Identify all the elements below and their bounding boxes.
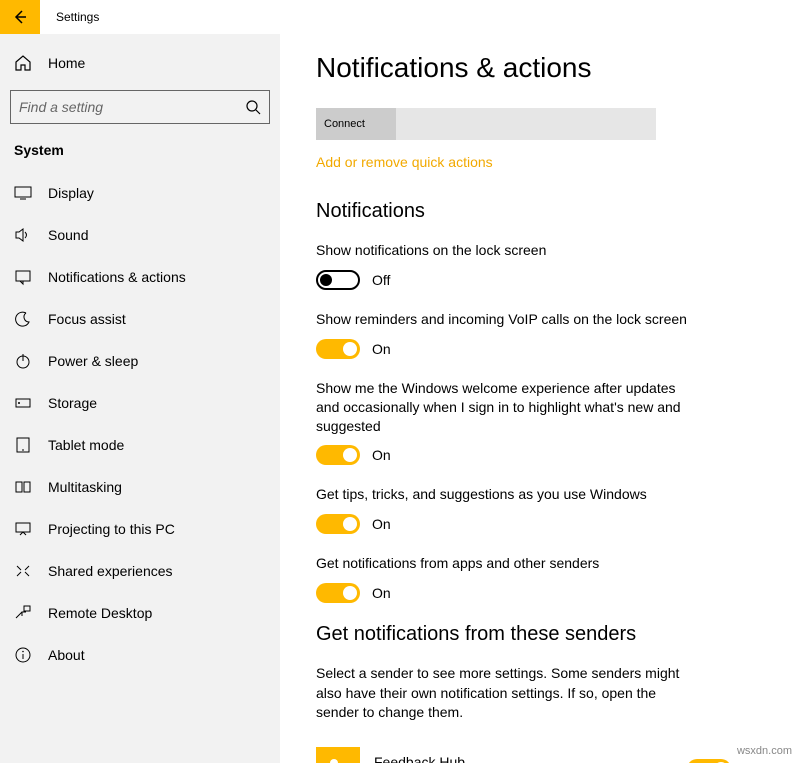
power-icon bbox=[14, 352, 32, 370]
back-button[interactable] bbox=[0, 0, 40, 34]
sound-icon bbox=[14, 226, 32, 244]
sidebar-item-label: Display bbox=[48, 185, 94, 201]
setting-label: Get notifications from apps and other se… bbox=[316, 554, 696, 573]
search-wrap bbox=[0, 84, 280, 134]
multitasking-icon bbox=[14, 478, 32, 496]
search-input[interactable] bbox=[19, 99, 245, 115]
toggle-switch[interactable] bbox=[316, 445, 360, 465]
sidebar-item-label: Remote Desktop bbox=[48, 605, 152, 621]
setting-label: Show notifications on the lock screen bbox=[316, 241, 696, 260]
sidebar-item-label: Notifications & actions bbox=[48, 269, 186, 285]
remote-icon bbox=[14, 604, 32, 622]
sidebar-item-label: Projecting to this PC bbox=[48, 521, 175, 537]
quick-tile-connect[interactable]: Connect bbox=[316, 108, 396, 140]
quick-actions-row: Connect bbox=[316, 108, 656, 140]
sidebar-item-label: Power & sleep bbox=[48, 353, 138, 369]
toggle-switch[interactable] bbox=[687, 759, 731, 763]
sidebar-item-label: Sound bbox=[48, 227, 88, 243]
arrow-left-icon bbox=[12, 9, 28, 25]
monitor-icon bbox=[14, 184, 32, 202]
sidebar-item-label: Multitasking bbox=[48, 479, 122, 495]
toggle-switch[interactable] bbox=[316, 514, 360, 534]
toggle-state: Off bbox=[372, 272, 390, 288]
feedback-hub-icon bbox=[316, 747, 360, 763]
setting-lock-screen-notifications: Show notifications on the lock screen Of… bbox=[316, 241, 764, 290]
quick-actions-link[interactable]: Add or remove quick actions bbox=[316, 154, 493, 170]
sidebar-item-label: About bbox=[48, 647, 85, 663]
sidebar-item-label: Storage bbox=[48, 395, 97, 411]
sender-row-feedback-hub[interactable]: Feedback Hub On: Banners, Sounds On bbox=[316, 743, 764, 763]
sidebar-item-label: Shared experiences bbox=[48, 563, 173, 579]
toggle-state: On bbox=[372, 341, 391, 357]
toggle-switch[interactable] bbox=[316, 339, 360, 359]
shared-icon bbox=[14, 562, 32, 580]
titlebar: Settings bbox=[0, 0, 800, 34]
moon-icon bbox=[14, 310, 32, 328]
info-icon bbox=[14, 646, 32, 664]
sidebar-item-sound[interactable]: Sound bbox=[0, 214, 280, 256]
projecting-icon bbox=[14, 520, 32, 538]
notifications-heading: Notifications bbox=[316, 200, 764, 223]
search-icon bbox=[245, 99, 261, 115]
setting-app-notifications: Get notifications from apps and other se… bbox=[316, 554, 764, 603]
toggle-state: On bbox=[372, 585, 391, 601]
senders-desc: Select a sender to see more settings. So… bbox=[316, 664, 696, 723]
setting-voip-reminders: Show reminders and incoming VoIP calls o… bbox=[316, 310, 764, 359]
senders-heading: Get notifications from these senders bbox=[316, 623, 764, 646]
sidebar-item-label: Tablet mode bbox=[48, 437, 124, 453]
toggle-state: On bbox=[372, 447, 391, 463]
sidebar-item-power[interactable]: Power & sleep bbox=[0, 340, 280, 382]
setting-label: Get tips, tricks, and suggestions as you… bbox=[316, 485, 696, 504]
section-label: System bbox=[0, 134, 280, 172]
sidebar-item-storage[interactable]: Storage bbox=[0, 382, 280, 424]
sidebar-item-shared[interactable]: Shared experiences bbox=[0, 550, 280, 592]
sidebar-item-tablet[interactable]: Tablet mode bbox=[0, 424, 280, 466]
home-label: Home bbox=[48, 55, 85, 71]
toggle-switch[interactable] bbox=[316, 270, 360, 290]
app-title: Settings bbox=[56, 10, 99, 24]
home-nav[interactable]: Home bbox=[0, 42, 280, 84]
sidebar-item-projecting[interactable]: Projecting to this PC bbox=[0, 508, 280, 550]
setting-tips: Get tips, tricks, and suggestions as you… bbox=[316, 485, 764, 534]
setting-welcome-experience: Show me the Windows welcome experience a… bbox=[316, 379, 764, 466]
watermark: wsxdn.com bbox=[737, 745, 792, 757]
toggle-state: On bbox=[372, 516, 391, 532]
home-icon bbox=[14, 54, 32, 72]
tablet-icon bbox=[14, 436, 32, 454]
toggle-switch[interactable] bbox=[316, 583, 360, 603]
sidebar-item-focus-assist[interactable]: Focus assist bbox=[0, 298, 280, 340]
sidebar-item-about[interactable]: About bbox=[0, 634, 280, 676]
sender-name: Feedback Hub bbox=[374, 754, 673, 763]
storage-icon bbox=[14, 394, 32, 412]
main-content: Notifications & actions Connect Add or r… bbox=[280, 34, 800, 763]
notification-icon bbox=[14, 268, 32, 286]
sidebar-item-multitasking[interactable]: Multitasking bbox=[0, 466, 280, 508]
sidebar: Home System Display Sound Notifications … bbox=[0, 34, 280, 763]
sidebar-item-notifications[interactable]: Notifications & actions bbox=[0, 256, 280, 298]
search-box[interactable] bbox=[10, 90, 270, 124]
page-title: Notifications & actions bbox=[316, 52, 764, 84]
setting-label: Show me the Windows welcome experience a… bbox=[316, 379, 696, 436]
sidebar-item-remote[interactable]: Remote Desktop bbox=[0, 592, 280, 634]
sidebar-item-display[interactable]: Display bbox=[0, 172, 280, 214]
quick-tile-label: Connect bbox=[324, 118, 365, 130]
sidebar-item-label: Focus assist bbox=[48, 311, 126, 327]
setting-label: Show reminders and incoming VoIP calls o… bbox=[316, 310, 696, 329]
